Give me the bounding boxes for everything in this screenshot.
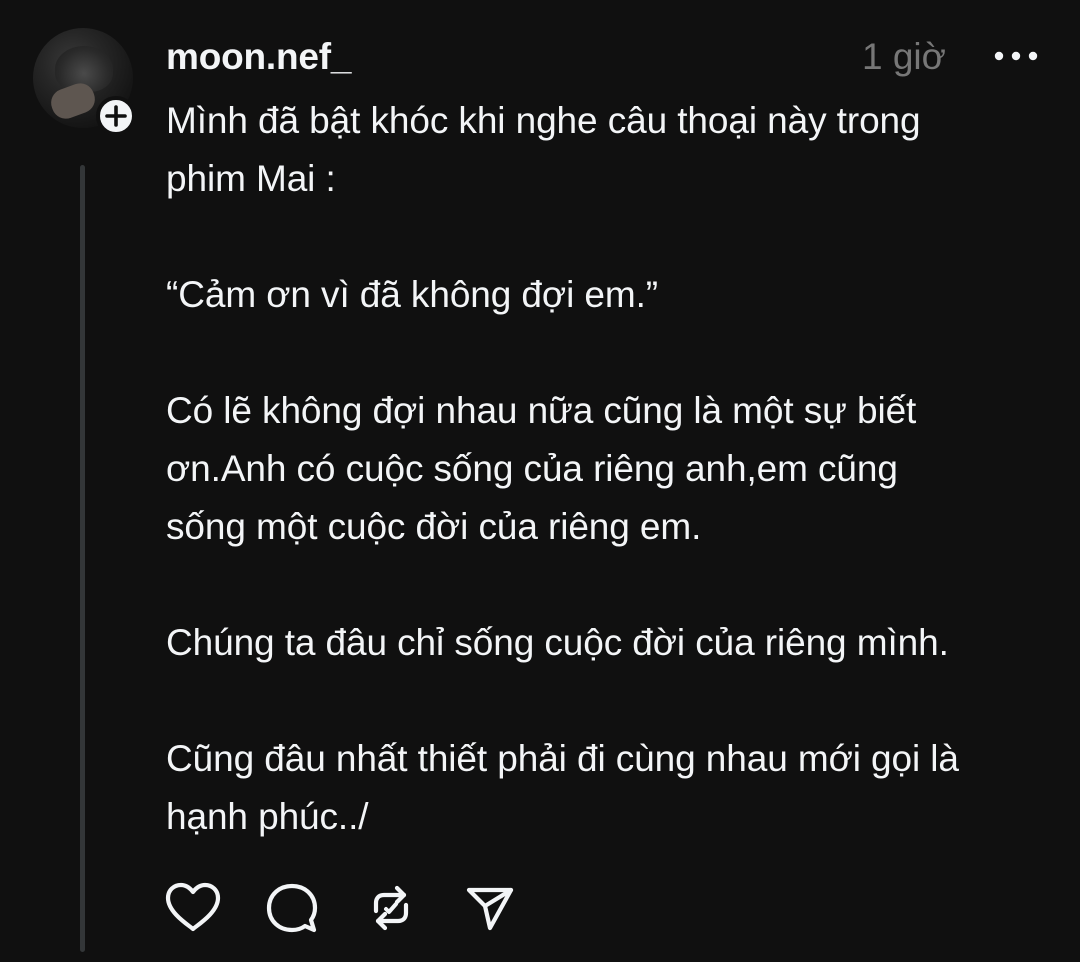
post-text-line: Có lẽ không đợi nhau nữa cũng là một sự … xyxy=(166,390,917,431)
comment-button[interactable] xyxy=(259,878,325,938)
share-icon xyxy=(466,887,514,931)
post-text-line: sống một cuộc đời của riêng em. xyxy=(166,506,702,547)
post-quote-line: “Cảm ơn vì đã không đợi em.” xyxy=(166,274,658,315)
post-actions-bar xyxy=(160,878,556,938)
share-button[interactable] xyxy=(457,878,523,938)
thread-connector-line xyxy=(80,165,85,952)
post-text-line: Mình đã bật khóc khi nghe câu thoại này … xyxy=(166,100,921,141)
post-timestamp: 1 giờ xyxy=(862,36,946,77)
post-text-line: Cũng đâu nhất thiết phải đi cùng nhau mớ… xyxy=(166,738,959,779)
follow-button[interactable] xyxy=(96,96,136,136)
plus-icon xyxy=(105,105,127,127)
post-body: Mình đã bật khóc khi nghe câu thoại này … xyxy=(166,92,1066,846)
post-text-line: ơn.Anh có cuộc sống của riêng anh,em cũn… xyxy=(166,448,898,489)
comment-icon xyxy=(266,883,318,933)
more-horizontal-icon xyxy=(994,51,1038,61)
username[interactable]: moon.nef_ xyxy=(166,34,351,80)
repost-button[interactable] xyxy=(358,878,424,938)
post-text-line: hạnh phúc../ xyxy=(166,796,369,837)
heart-icon xyxy=(165,882,221,932)
thread-post: moon.nef_ 1 giờ Mình đã bật khóc khi ngh… xyxy=(0,0,1080,962)
like-button[interactable] xyxy=(160,878,226,938)
repost-icon xyxy=(373,885,409,931)
post-text-line: Chúng ta đâu chỉ sống cuộc đời của riêng… xyxy=(166,622,949,663)
more-options-button[interactable] xyxy=(988,38,1044,74)
post-text-line: phim Mai : xyxy=(166,158,336,199)
